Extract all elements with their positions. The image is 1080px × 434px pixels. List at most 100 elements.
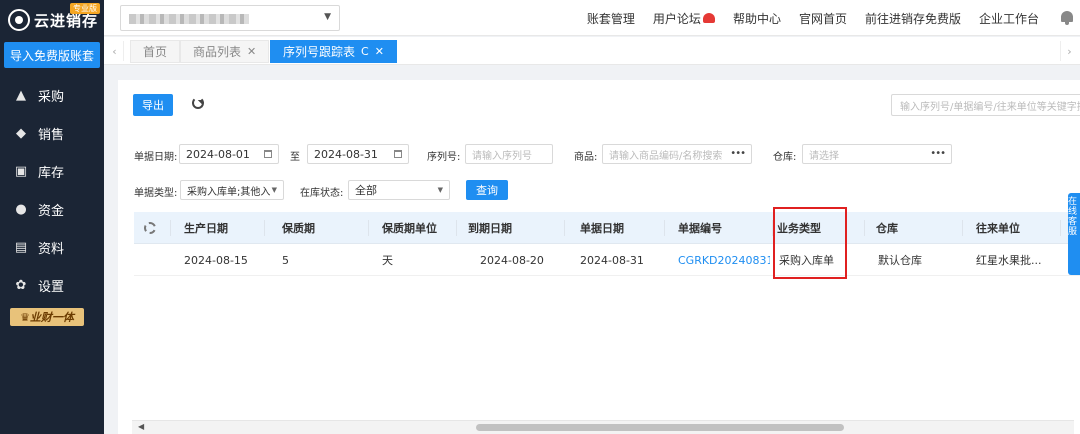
sidebar-item-label: 采购 [38,89,65,105]
column-divider [962,220,963,236]
export-button[interactable]: 导出 [133,94,173,116]
scrollbar-thumb[interactable] [476,424,844,431]
date-to-input[interactable]: 2024-08-31 [307,144,409,164]
link-account-management[interactable]: 账套管理 [587,10,635,27]
serial-label: 序列号: [427,152,461,163]
calendar-icon [264,150,272,158]
table-header: 生产日期 保质期 保质期单位 到期日期 单据日期 单据编号 业务类型 仓库 往来… [134,212,1080,244]
keyword-search-input[interactable]: 输入序列号/单据编号/往来单位等关键字搜索 [891,94,1080,116]
cell-business-type: 采购入库单 [779,254,834,267]
col-shelf-life-unit[interactable]: 保质期单位 [382,212,437,244]
side-menu: ▲ 采购 ◆ 销售 ▣ 库存 ● 资金 ▤ 资料 ✿ 设置 [0,76,104,304]
cell-production-date: 2024-08-15 [184,253,248,267]
date-label: 单据日期: [134,152,178,163]
col-doc-number[interactable]: 单据编号 [678,212,722,244]
col-production-date[interactable]: 生产日期 [184,212,228,244]
link-user-forum[interactable]: 用户论坛 [653,10,715,27]
tab-scroll-right-icon[interactable]: › [1060,41,1078,61]
product-input[interactable]: 请输入商品编码/名称搜索 ••• [602,144,752,164]
sales-icon: ◆ [16,125,26,141]
close-icon[interactable]: ✕ [375,45,384,58]
doctype-select[interactable]: 采购入库单;其他入 ▼ [180,180,284,200]
date-from-input[interactable]: 2024-08-01 [179,144,279,164]
col-partner[interactable]: 往来单位 [976,212,1020,244]
tab-bar: ‹ 首页 商品列表 ✕ 序列号跟踪表 C ✕ › [104,37,1080,65]
warehouse-icon: ▣ [14,163,28,179]
warehouse-input[interactable]: 请选择 ••• [802,144,952,164]
finance-integration-promo[interactable]: ♛业财一体 [10,308,84,326]
sidebar-item-funds[interactable]: ● 资金 [0,190,104,228]
tab-home[interactable]: 首页 [130,40,181,63]
column-divider [368,220,369,236]
online-service-tab[interactable]: 在线客服 [1068,193,1080,275]
sidebar-item-label: 资金 [38,203,65,219]
caret-down-icon: ▼ [271,186,277,194]
column-divider [772,220,773,236]
col-warehouse[interactable]: 仓库 [876,212,898,244]
column-divider [564,220,565,236]
date-to-value: 2024-08-31 [314,147,378,161]
link-free-edition[interactable]: 前往进销存免费版 [865,10,961,27]
stock-status-select[interactable]: 全部 ▼ [348,180,450,200]
caret-down-icon: ▼ [437,186,443,194]
cell-expiry-date: 2024-08-20 [480,253,544,267]
cell-shelf-life: 5 [282,253,289,267]
settings-icon: ✿ [15,277,27,293]
horizontal-scrollbar[interactable]: ◀ [132,420,1074,434]
calendar-icon [394,150,402,158]
tab-serial-tracking[interactable]: 序列号跟踪表 C ✕ [270,40,397,63]
col-expiry-date[interactable]: 到期日期 [468,212,512,244]
date-from-value: 2024-08-01 [186,147,250,161]
caret-down-icon: ▼ [324,12,331,22]
tab-label: 序列号跟踪表 [283,45,356,59]
sidebar-item-label: 销售 [38,127,65,143]
import-free-account-button[interactable]: 导入免费版账套 [4,42,100,68]
refresh-icon[interactable] [192,97,204,109]
top-links: 账套管理 用户论坛 帮助中心 官网首页 前往进销存免费版 企业工作台 [578,0,1080,36]
link-help-center[interactable]: 帮助中心 [733,10,781,27]
sidebar-item-settings[interactable]: ✿ 设置 [0,266,104,304]
tab-label: 商品列表 [193,45,242,59]
more-dots-icon[interactable]: ••• [730,148,746,159]
date-to-label: 至 [290,152,300,163]
bag-icon: ▲ [16,87,26,103]
stock-status-label: 在库状态: [300,188,344,199]
column-settings-button[interactable] [144,212,156,244]
refresh-tab-icon[interactable]: C [361,45,369,58]
account-selector[interactable]: ▼ [120,5,340,31]
doctype-value: 采购入库单;其他入 [187,186,271,198]
column-divider [864,220,865,236]
sidebar-item-data[interactable]: ▤ 资料 [0,228,104,266]
sidebar-item-purchase[interactable]: ▲ 采购 [0,76,104,114]
bell-icon[interactable] [1060,11,1074,25]
gear-icon [144,222,156,234]
close-icon[interactable]: ✕ [247,45,256,58]
query-button[interactable]: 查询 [466,180,508,200]
scroll-left-icon[interactable]: ◀ [138,422,144,431]
more-dots-icon[interactable]: ••• [930,148,946,159]
link-official-home[interactable]: 官网首页 [799,10,847,27]
topbar: ▼ 账套管理 用户论坛 帮助中心 官网首页 前往进销存免费版 企业工作台 [104,0,1080,36]
sidebar-item-inventory[interactable]: ▣ 库存 [0,152,104,190]
cell-shelf-life-unit: 天 [382,254,393,267]
column-divider [456,220,457,236]
column-divider [1060,220,1061,236]
col-doc-date[interactable]: 单据日期 [580,212,624,244]
link-enterprise-workbench[interactable]: 企业工作台 [979,10,1039,27]
warehouse-label: 仓库: [773,152,797,163]
column-divider [170,220,171,236]
app-logo[interactable]: 云进销存 专业版 [0,0,104,40]
cell-doc-number-link[interactable]: CGRKD20240831 [678,244,770,276]
hot-icon [702,13,715,23]
table-row[interactable]: 2024-08-15 5 天 2024-08-20 2024-08-31 CGR… [134,244,1080,276]
tab-product-list[interactable]: 商品列表 ✕ [180,40,270,63]
product-placeholder: 请输入商品编码/名称搜索 [609,150,723,162]
sidebar-item-sales[interactable]: ◆ 销售 [0,114,104,152]
serial-input[interactable]: 请输入序列号 [465,144,553,164]
tab-scroll-left-icon[interactable]: ‹ [106,41,124,61]
sidebar-item-label: 设置 [38,279,65,295]
edition-badge: 专业版 [70,3,100,14]
doctype-label: 单据类型: [134,188,178,199]
col-shelf-life[interactable]: 保质期 [282,212,315,244]
col-business-type[interactable]: 业务类型 [777,212,821,244]
